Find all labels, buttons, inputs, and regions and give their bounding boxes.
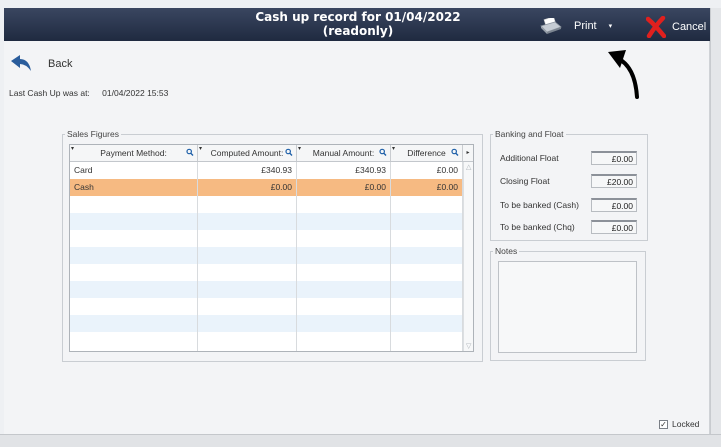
window-title: Cash up record for 01/04/2022 (readonly): [204, 10, 512, 38]
grid-header: ▾ Payment Method: ▾ Computed Amount: ▾ M…: [70, 145, 473, 162]
closing-float-value[interactable]: £20.00: [591, 174, 637, 188]
magnifier-icon[interactable]: [285, 145, 293, 161]
empty-row: [70, 230, 463, 247]
banked-cash-label: To be banked (Cash): [500, 200, 579, 210]
last-cash-up-value: 01/04/2022 15:53: [102, 88, 169, 98]
banking-float-legend: Banking and Float: [495, 129, 564, 139]
cell-payment-method: Cash: [70, 179, 198, 196]
cell-computed-amount: £340.93: [198, 162, 297, 179]
curved-arrow-icon: [608, 50, 639, 99]
notes-legend: Notes: [495, 246, 518, 256]
banked-cash-field: To be banked (Cash) £0.00: [500, 198, 638, 212]
cancel-button[interactable]: Cancel: [646, 16, 706, 38]
last-cash-up-label: Last Cash Up was at:: [9, 88, 90, 98]
window-title-line1: Cash up record for 01/04/2022: [255, 10, 461, 24]
notes-textarea[interactable]: [498, 261, 637, 353]
scroll-up-icon[interactable]: △: [466, 163, 471, 171]
empty-row: [70, 213, 463, 230]
table-row[interactable]: Card £340.93 £340.93 £0.00: [70, 162, 463, 179]
back-arrow-icon: [11, 55, 31, 71]
title-bar: Cash up record for 01/04/2022 (readonly)…: [4, 8, 710, 41]
cell-payment-method: Card: [70, 162, 198, 179]
empty-row: [70, 332, 463, 351]
grid-scrollbar[interactable]: △ ▽: [463, 162, 473, 351]
status-bar: [0, 434, 721, 447]
print-dropdown-icon[interactable]: ▾: [609, 22, 613, 30]
back-label: Back: [48, 58, 73, 70]
window-title-line2: (readonly): [322, 24, 394, 38]
column-header-payment-method[interactable]: ▾ Payment Method:: [70, 145, 198, 161]
window-scrollbar[interactable]: [710, 8, 721, 438]
cell-computed-amount: £0.00: [198, 179, 297, 196]
banked-chq-label: To be banked (Chq): [500, 222, 575, 232]
back-button[interactable]: Back: [10, 55, 72, 73]
cell-difference: £0.00: [391, 162, 463, 179]
empty-row: [70, 298, 463, 315]
column-chooser-icon[interactable]: ▸: [463, 145, 473, 161]
empty-row: [70, 315, 463, 332]
magnifier-icon[interactable]: [379, 145, 387, 161]
locked-label: Locked: [672, 419, 700, 429]
red-x-icon: [646, 16, 666, 38]
checkbox-check-icon[interactable]: ✓: [659, 419, 668, 429]
magnifier-icon[interactable]: [186, 145, 194, 161]
sales-grid: ▾ Payment Method: ▾ Computed Amount: ▾ M…: [69, 144, 474, 352]
banked-chq-field: To be banked (Chq) £0.00: [500, 220, 638, 234]
cancel-label: Cancel: [672, 21, 707, 33]
additional-float-label: Additional Float: [500, 153, 559, 163]
cell-difference: £0.00: [391, 179, 463, 196]
printer-icon: [540, 18, 562, 34]
magnifier-icon[interactable]: [451, 145, 459, 161]
column-header-computed-amount[interactable]: ▾ Computed Amount:: [198, 145, 297, 161]
additional-float-field: Additional Float £0.00: [500, 151, 638, 165]
cell-manual-amount: £0.00: [297, 179, 391, 196]
column-header-difference[interactable]: ▾ Difference: [391, 145, 463, 161]
empty-row: [70, 264, 463, 281]
last-cash-up: Last Cash Up was at: 01/04/2022 15:53: [9, 88, 168, 98]
sales-figures-legend: Sales Figures: [67, 129, 119, 139]
column-header-manual-amount[interactable]: ▾ Manual Amount:: [297, 145, 391, 161]
print-button[interactable]: Print ▾: [540, 16, 612, 36]
table-row-selected[interactable]: Cash £0.00 £0.00 £0.00: [70, 179, 463, 196]
empty-row: [70, 196, 463, 213]
print-label: Print: [574, 20, 597, 32]
locked-checkbox[interactable]: ✓ Locked: [659, 419, 699, 429]
closing-float-label: Closing Float: [500, 176, 550, 186]
empty-row: [70, 281, 463, 298]
closing-float-field: Closing Float £20.00: [500, 174, 638, 188]
additional-float-value[interactable]: £0.00: [591, 151, 637, 165]
banked-cash-value[interactable]: £0.00: [591, 198, 637, 212]
scroll-down-icon[interactable]: ▽: [466, 342, 471, 350]
banked-chq-value[interactable]: £0.00: [591, 220, 637, 234]
cell-manual-amount: £340.93: [297, 162, 391, 179]
empty-row: [70, 247, 463, 264]
